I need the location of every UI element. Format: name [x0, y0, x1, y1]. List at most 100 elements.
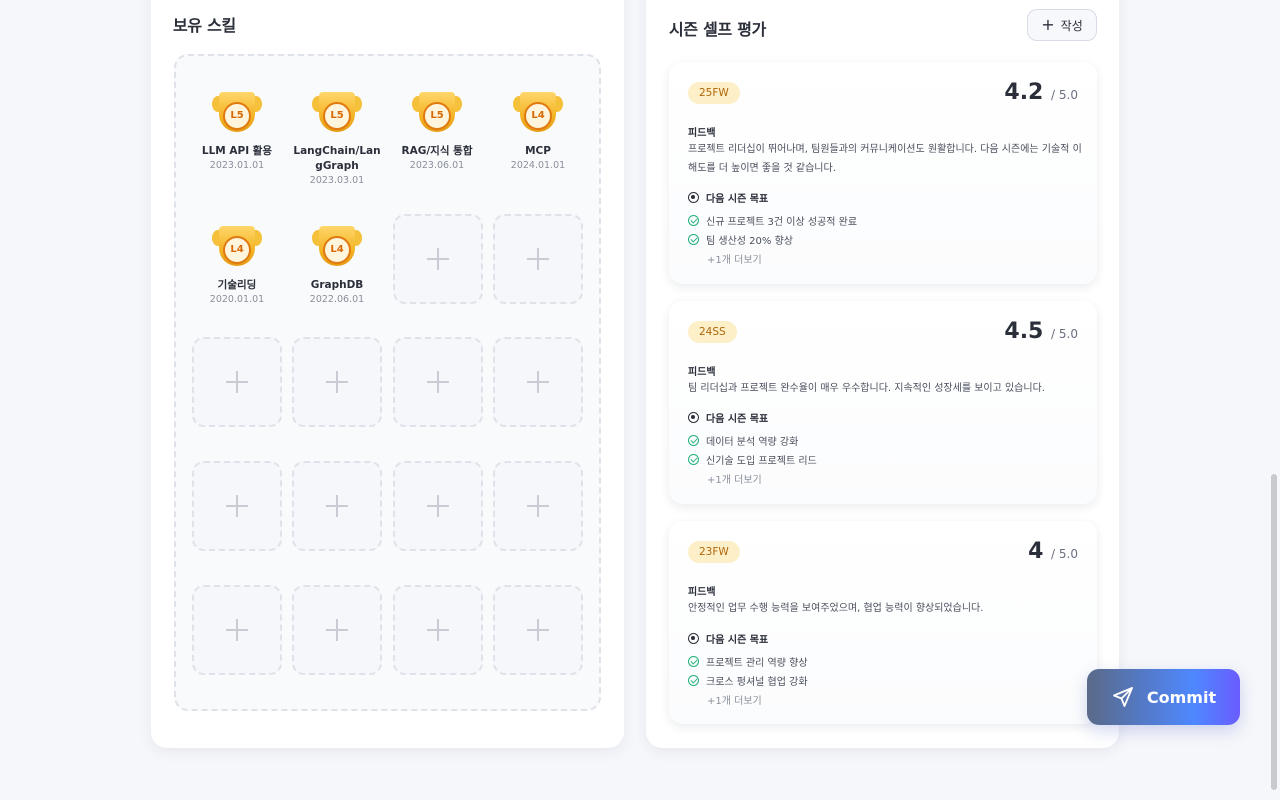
plus-icon	[427, 619, 449, 641]
evaluation-card[interactable]: 23FW 4 / 5.0 피드백 안정적인 업무 수행 능력을 보여주었으며, …	[669, 521, 1097, 724]
trophy-icon: L5	[212, 92, 262, 136]
skill-item[interactable]: L5 RAG/지식 통합 2023.06.01	[392, 92, 482, 171]
target-icon	[688, 412, 699, 423]
evaluation-card[interactable]: 24SS 4.5 / 5.0 피드백 팀 리더십과 프로젝트 완수율이 매우 우…	[669, 301, 1097, 504]
skill-date: 2023.01.01	[209, 160, 265, 171]
check-circle-icon	[688, 656, 699, 667]
skill-name: 기술리딩	[217, 279, 257, 291]
plus-icon	[527, 248, 549, 270]
empty-skill-slot[interactable]	[292, 337, 382, 427]
show-more-link[interactable]: +1개 더보기	[707, 692, 762, 707]
score-max: / 5.0	[1051, 88, 1078, 102]
page-scrollbar[interactable]	[1271, 474, 1277, 790]
plus-icon	[527, 619, 549, 641]
skill-item[interactable]: L4 MCP 2024.01.01	[493, 92, 583, 171]
trophy-icon: L4	[312, 226, 362, 270]
goal-text: 팀 생산성 20% 향상	[706, 236, 793, 247]
skill-level-badge: L4	[524, 102, 552, 130]
feedback-text: 프로젝트 리더십이 뛰어나며, 팀원들과의 커뮤니케이션도 원활합니다. 다음 …	[688, 144, 1082, 174]
skill-name: LangChain/LangGraph	[293, 145, 381, 172]
evaluation-card[interactable]: 25FW 4.2 / 5.0 피드백 프로젝트 리더십이 뛰어나며, 팀원들과의…	[669, 62, 1097, 284]
check-circle-icon	[688, 435, 699, 446]
check-circle-icon	[688, 215, 699, 226]
show-more-link[interactable]: +1개 더보기	[707, 471, 762, 486]
skill-date: 2020.01.01	[209, 294, 265, 305]
plus-icon	[226, 619, 248, 641]
skill-item[interactable]: L4 기술리딩 2020.01.01	[192, 226, 282, 305]
score-value: 4.5	[1004, 319, 1044, 344]
feedback-label: 피드백	[688, 128, 716, 139]
empty-skill-slot[interactable]	[493, 214, 583, 304]
goal-text: 신규 프로젝트 3건 이상 성공적 완료	[706, 217, 858, 228]
target-icon	[688, 633, 699, 644]
plus-icon	[427, 371, 449, 393]
plus-icon: +	[1041, 15, 1055, 34]
next-season-goals-title: 다음 시즌 목표	[688, 190, 768, 205]
empty-skill-slot[interactable]	[393, 585, 483, 675]
season-badge: 25FW	[688, 82, 740, 104]
write-evaluation-button[interactable]: + 작성	[1027, 9, 1097, 41]
empty-skill-slot[interactable]	[192, 337, 282, 427]
write-label: 작성	[1060, 18, 1083, 33]
skill-name: GraphDB	[310, 279, 364, 291]
skill-level-badge: L5	[423, 102, 451, 130]
empty-skill-slot[interactable]	[292, 585, 382, 675]
plus-icon	[226, 495, 248, 517]
goal-item: 신규 프로젝트 3건 이상 성공적 완료	[688, 213, 857, 228]
next-season-goals-title: 다음 시즌 목표	[688, 631, 768, 646]
empty-skill-slot[interactable]	[493, 585, 583, 675]
skill-date: 2022.06.01	[309, 294, 365, 305]
score-value: 4	[1028, 539, 1044, 564]
skill-date: 2023.06.01	[409, 160, 465, 171]
commit-button[interactable]: Commit	[1087, 669, 1240, 725]
skill-item[interactable]: L5 LangChain/LangGraph 2023.03.01	[292, 92, 382, 186]
season-badge: 24SS	[688, 321, 737, 343]
empty-skill-slot[interactable]	[393, 214, 483, 304]
empty-skill-slot[interactable]	[192, 461, 282, 551]
goal-label: 다음 시즌 목표	[706, 194, 769, 205]
score-max: / 5.0	[1051, 547, 1078, 561]
skill-grid: L5 LLM API 활용 2023.01.01 L5 LangChain/La…	[174, 54, 601, 711]
goal-text: 프로젝트 관리 역량 향상	[706, 658, 808, 669]
empty-skill-slot[interactable]	[393, 461, 483, 551]
skill-date: 2023.03.01	[309, 175, 365, 186]
goal-text: 신기술 도입 프로젝트 리드	[706, 456, 817, 467]
skill-item[interactable]: L4 GraphDB 2022.06.01	[292, 226, 382, 305]
goal-item: 데이터 분석 역량 강화	[688, 433, 798, 448]
send-icon	[1112, 687, 1133, 707]
score: 4.2 / 5.0	[1004, 80, 1078, 105]
goal-item: 크로스 펑셔널 협업 강화	[688, 673, 808, 688]
check-circle-icon	[688, 675, 699, 686]
score-max: / 5.0	[1051, 327, 1078, 341]
empty-skill-slot[interactable]	[393, 337, 483, 427]
trophy-icon: L4	[212, 226, 262, 270]
empty-skill-slot[interactable]	[192, 585, 282, 675]
skill-name: LLM API 활용	[201, 145, 273, 157]
season-badge: 23FW	[688, 541, 740, 563]
skill-level-badge: L5	[323, 102, 351, 130]
evaluation-title: 시즌 셀프 평가	[669, 20, 767, 39]
feedback-label: 피드백	[688, 587, 716, 598]
score: 4 / 5.0	[1028, 539, 1078, 564]
skills-title: 보유 스킬	[173, 16, 236, 35]
feedback-text: 팀 리더십과 프로젝트 완수율이 매우 우수합니다. 지속적인 성장세를 보이고…	[688, 383, 1045, 394]
goal-label: 다음 시즌 목표	[706, 635, 769, 646]
goal-label: 다음 시즌 목표	[706, 414, 769, 425]
empty-skill-slot[interactable]	[493, 337, 583, 427]
skill-level-badge: L4	[323, 236, 351, 264]
commit-label: Commit	[1146, 687, 1217, 707]
show-more-link[interactable]: +1개 더보기	[707, 251, 762, 266]
plus-icon	[326, 619, 348, 641]
skill-level-badge: L5	[223, 102, 251, 130]
goal-item: 신기술 도입 프로젝트 리드	[688, 452, 817, 467]
goal-text: 크로스 펑셔널 협업 강화	[706, 677, 808, 688]
skill-item[interactable]: L5 LLM API 활용 2023.01.01	[192, 92, 282, 171]
goal-text: 데이터 분석 역량 강화	[706, 437, 799, 448]
empty-skill-slot[interactable]	[493, 461, 583, 551]
plus-icon	[527, 495, 549, 517]
feedback-label: 피드백	[688, 367, 716, 378]
trophy-icon: L5	[312, 92, 362, 136]
empty-skill-slot[interactable]	[292, 461, 382, 551]
skill-date: 2024.01.01	[510, 160, 566, 171]
skill-level-badge: L4	[223, 236, 251, 264]
